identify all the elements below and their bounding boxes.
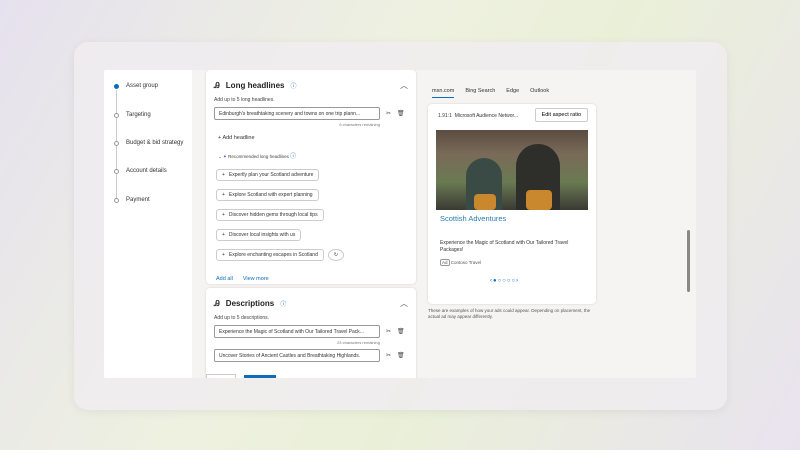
suggest-icon[interactable]: ✂	[386, 110, 391, 117]
back-button[interactable]	[206, 374, 236, 378]
app-window: Asset group Targeting Budget & bid strat…	[104, 70, 696, 378]
ad-image	[436, 130, 588, 210]
ad-description: Experience the Magic of Scotland with Ou…	[440, 240, 569, 253]
recommended-pill[interactable]: + Explore enchanting escapes in Scotland	[216, 249, 324, 261]
next-icon[interactable]: ›	[516, 278, 519, 284]
section-title: Descriptions	[225, 299, 275, 308]
pill-label: Discover local insights with us	[228, 232, 296, 238]
add-label: Add headline	[222, 135, 255, 141]
tab-outlook[interactable]: Outlook	[530, 88, 549, 98]
sparkle-icon: ✦	[223, 154, 227, 159]
headline-input[interactable]: Edinburgh's breathtaking scenery and tow…	[214, 107, 380, 120]
pill-label: Expertly plan your Scotland adventure	[228, 172, 314, 178]
refresh-button[interactable]: ↻	[327, 249, 345, 261]
wizard-sidebar: Asset group Targeting Budget & bid strat…	[104, 70, 192, 378]
advertiser-name: Contoso Travel	[450, 260, 482, 265]
recommended-header[interactable]: ⌄ ✦ Recommended long headlines ⓘ	[206, 149, 416, 163]
recommended-pill[interactable]: + Expertly plan your Scotland adventure	[216, 169, 320, 181]
step-dot	[114, 112, 119, 118]
step-dot	[114, 197, 119, 203]
step-asset-group[interactable]: Asset group	[114, 83, 158, 89]
suggest-icon[interactable]: ✂	[386, 328, 391, 335]
collapse-icon[interactable]: ︿	[400, 298, 408, 309]
advertiser: Ad Contoso Travel	[440, 259, 482, 266]
collapse-icon[interactable]: ︿	[400, 80, 408, 91]
scrollbar[interactable]	[687, 230, 690, 292]
ad-title[interactable]: Scottish Adventures	[440, 214, 506, 223]
ad-badge: Ad	[440, 259, 450, 266]
add-headline-button[interactable]: + Add headline	[206, 127, 416, 149]
pill-label: Explore enchanting escapes in Scotland	[228, 252, 318, 258]
descriptions-card: Ꭿ Descriptions ⓘ ︿ Add up to 5 descriptions…	[206, 288, 416, 378]
delete-icon[interactable]: 🗑	[397, 110, 405, 117]
step-payment[interactable]: Payment	[114, 197, 150, 203]
info-icon[interactable]: ⓘ	[290, 81, 296, 90]
preview-note: These are examples of how your ads could…	[428, 308, 591, 320]
add-all-link[interactable]: Add all	[216, 276, 233, 282]
view-more-link[interactable]: View more	[243, 276, 269, 282]
ratio: 1.91:1	[438, 113, 452, 119]
description-input[interactable]: Experience the Magic of Scotland with Ou…	[214, 325, 380, 338]
step-label: Asset group	[126, 83, 159, 89]
text-icon: Ꭿ	[214, 80, 220, 90]
info-icon[interactable]: ⓘ	[290, 154, 296, 160]
suggest-icon[interactable]: ✂	[386, 352, 391, 359]
text-icon: Ꭿ	[214, 298, 220, 308]
delete-icon[interactable]: 🗑	[397, 328, 405, 335]
step-targeting[interactable]: Targeting	[114, 112, 151, 118]
tab-edge[interactable]: Edge	[506, 88, 519, 98]
info-icon[interactable]: ⓘ	[280, 299, 286, 308]
step-account[interactable]: Account details	[114, 168, 167, 174]
description-input[interactable]: Uncover Stories of Ancient Castles and B…	[214, 349, 380, 362]
tab-bing[interactable]: Bing Search	[465, 88, 495, 98]
delete-icon[interactable]: 🗑	[397, 352, 405, 359]
recommended-pill[interactable]: + Discover local insights with us	[216, 229, 302, 241]
step-dot	[114, 140, 119, 146]
step-label: Targeting	[126, 112, 151, 118]
chars-remaining: 6 characters remaining	[339, 122, 380, 127]
network: Microsoft Audience Networ...	[454, 113, 519, 119]
tab-msn[interactable]: msn.com	[432, 88, 455, 98]
ad-preview-card: 1.91:1 Microsoft Audience Networ... Edit…	[428, 104, 596, 304]
chars-remaining: 23 characters remaining	[337, 340, 380, 345]
step-dot	[114, 83, 119, 89]
ratio-label: 1.91:1 Microsoft Audience Networ...	[438, 113, 518, 119]
step-label: Account details	[126, 168, 167, 174]
recommended-title: Recommended long headlines	[228, 154, 289, 159]
pill-label: Discover hidden gems through local tips	[228, 212, 318, 218]
main-area: Ꭿ Long headlines ⓘ ︿ Add up to 5 long headl…	[192, 70, 696, 378]
recommended-pill[interactable]: + Explore Scotland with expert planning	[216, 189, 319, 201]
step-label: Budget & bid strategy	[126, 140, 184, 146]
step-budget[interactable]: Budget & bid strategy	[114, 140, 183, 146]
edit-aspect-ratio-button[interactable]: Edit aspect ratio	[534, 108, 588, 122]
step-dot	[114, 168, 119, 174]
section-title: Long headlines	[225, 81, 285, 90]
carousel-pager[interactable]: ‹●○○○○›	[490, 278, 519, 284]
step-label: Payment	[126, 197, 150, 203]
next-button[interactable]	[244, 375, 276, 378]
placement-tabs: msn.com Bing Search Edge Outlook	[432, 88, 549, 98]
recommended-pill[interactable]: + Discover hidden gems through local tip…	[216, 209, 324, 221]
long-headlines-card: Ꭿ Long headlines ⓘ ︿ Add up to 5 long headl…	[206, 70, 416, 284]
pill-label: Explore Scotland with expert planning	[228, 192, 313, 198]
